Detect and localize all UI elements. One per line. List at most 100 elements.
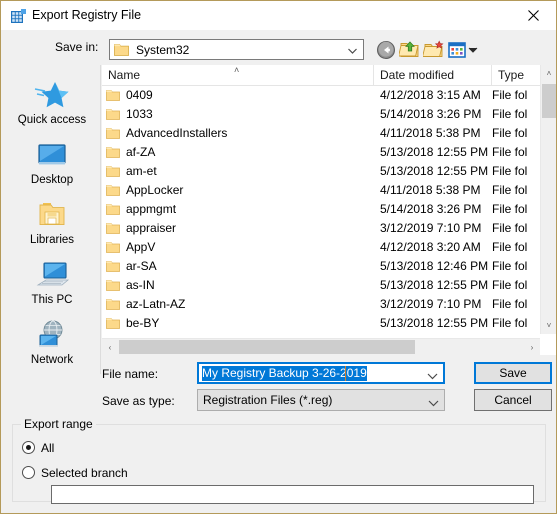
- sidebar-item-label: Network: [30, 354, 74, 366]
- chevron-down-icon[interactable]: [346, 44, 359, 57]
- folder-icon: [106, 317, 120, 330]
- folder-up-arrow-icon: [398, 41, 419, 57]
- date-modified-cell: 5/13/2018 12:55 PM: [380, 278, 489, 292]
- folder-icon: [106, 222, 120, 235]
- chevron-down-icon[interactable]: [426, 368, 439, 380]
- type-cell: File fol: [492, 297, 528, 311]
- save-in-value: System32: [136, 43, 190, 57]
- sort-ascending-icon: ˄: [234, 65, 240, 75]
- type-cell: File fol: [492, 164, 528, 178]
- table-row[interactable]: 1033 5/14/2018 3:26 PM File fol: [102, 105, 540, 124]
- network-globe-icon: [34, 319, 70, 351]
- date-modified-cell: 4/11/2018 5:38 PM: [380, 126, 481, 140]
- sidebar-item-quick-access[interactable]: Quick access: [6, 75, 98, 133]
- file-name-cell: be-BY: [126, 316, 160, 330]
- table-row[interactable]: appmgmt 5/14/2018 3:26 PM File fol: [102, 200, 540, 219]
- file-list-rows: 0409 4/12/2018 3:15 AM File fol 1033 5/14/20…: [102, 86, 540, 334]
- type-cell: File fol: [492, 183, 528, 197]
- sidebar-item-label: Quick access: [17, 114, 87, 126]
- file-name-cell: az-Latn-AZ: [126, 297, 186, 311]
- type-cell: File fol: [492, 259, 528, 273]
- title-bar: Export Registry File: [1, 1, 556, 31]
- back-arrow-icon: [377, 41, 395, 59]
- type-cell: File fol: [492, 126, 528, 140]
- folder-icon: [106, 165, 120, 178]
- type-cell: File fol: [492, 107, 528, 121]
- type-cell: File fol: [492, 240, 528, 254]
- save-in-label: Save in:: [55, 40, 99, 54]
- horizontal-scrollbar[interactable]: ‹ ›: [102, 338, 540, 355]
- radio-circle-icon: [22, 441, 35, 454]
- scroll-up-button[interactable]: ˄: [541, 65, 556, 82]
- places-bar: Quick access Desktop Libraries This PC N…: [2, 65, 101, 374]
- up-one-level-button[interactable]: [398, 39, 421, 61]
- close-icon: [527, 10, 539, 21]
- horizontal-scrollbar-thumb[interactable]: [119, 340, 415, 354]
- save-as-type-label: Save as type:: [102, 394, 175, 408]
- sidebar-item-desktop[interactable]: Desktop: [6, 135, 98, 193]
- file-name-cell: AdvancedInstallers: [126, 126, 228, 140]
- file-name-cell: am-et: [126, 164, 157, 178]
- save-in-combobox[interactable]: System32: [109, 39, 364, 60]
- vertical-scrollbar[interactable]: ˄ ˅: [540, 65, 556, 334]
- table-row[interactable]: 0409 4/12/2018 3:15 AM File fol: [102, 86, 540, 105]
- new-folder-button[interactable]: [422, 39, 445, 61]
- chevron-down-icon[interactable]: [427, 395, 440, 407]
- table-row[interactable]: AppLocker 4/11/2018 5:38 PM File fol: [102, 181, 540, 200]
- file-list: Name ˄ Date modified Type 0409 4/12/2018 …: [102, 65, 556, 355]
- date-modified-cell: 5/13/2018 12:55 PM: [380, 164, 489, 178]
- date-modified-cell: 5/14/2018 3:26 PM: [380, 202, 482, 216]
- views-grid-icon: [448, 42, 478, 58]
- save-button[interactable]: Save: [474, 362, 552, 384]
- type-cell: File fol: [492, 221, 528, 235]
- star-icon: [34, 79, 70, 111]
- folder-icon: [106, 89, 120, 102]
- table-row[interactable]: ar-SA 5/13/2018 12:46 PM File fol: [102, 257, 540, 276]
- radio-circle-icon: [22, 466, 35, 479]
- table-row[interactable]: AdvancedInstallers 4/11/2018 5:38 PM File …: [102, 124, 540, 143]
- folder-icon: [114, 43, 129, 57]
- radio-label: All: [41, 441, 55, 455]
- file-name-cell: appmgmt: [126, 202, 177, 216]
- sidebar-item-network[interactable]: Network: [6, 315, 98, 373]
- file-name-input[interactable]: My Registry Backup 3-26-2019: [197, 362, 445, 384]
- date-modified-cell: 4/12/2018 3:15 AM: [380, 88, 481, 102]
- table-row[interactable]: az-Latn-AZ 3/12/2019 7:10 PM File fol: [102, 295, 540, 314]
- views-button[interactable]: [447, 39, 479, 61]
- type-cell: File fol: [492, 145, 528, 159]
- table-row[interactable]: be-BY 5/13/2018 12:55 PM File fol: [102, 314, 540, 333]
- type-cell: File fol: [492, 88, 528, 102]
- sidebar-item-label: Desktop: [30, 174, 74, 186]
- table-row[interactable]: as-IN 5/13/2018 12:55 PM File fol: [102, 276, 540, 295]
- file-name-value: My Registry Backup 3-26-2019: [202, 366, 367, 381]
- table-row[interactable]: am-et 5/13/2018 12:55 PM File fol: [102, 162, 540, 181]
- table-row[interactable]: af-ZA 5/13/2018 12:55 PM File fol: [102, 143, 540, 162]
- sidebar-item-this-pc[interactable]: This PC: [6, 255, 98, 313]
- column-header-type[interactable]: Type: [492, 65, 540, 86]
- column-header-date-modified[interactable]: Date modified: [374, 65, 492, 86]
- cancel-button[interactable]: Cancel: [474, 389, 552, 411]
- scroll-down-button[interactable]: ˅: [541, 317, 556, 334]
- table-row[interactable]: appraiser 3/12/2019 7:10 PM File fol: [102, 219, 540, 238]
- back-button[interactable]: [375, 39, 397, 61]
- type-cell: File fol: [492, 316, 528, 330]
- folder-icon: [106, 241, 120, 254]
- save-as-type-combobox[interactable]: Registration Files (*.reg): [197, 389, 445, 411]
- vertical-scrollbar-thumb[interactable]: [542, 84, 556, 118]
- radio-dot-icon: [26, 445, 31, 450]
- table-row[interactable]: AppV 4/12/2018 3:20 AM File fol: [102, 238, 540, 257]
- file-list-header: Name ˄ Date modified Type: [102, 65, 556, 86]
- sidebar-item-libraries[interactable]: Libraries: [6, 195, 98, 253]
- file-name-cell: ar-SA: [126, 259, 157, 273]
- scroll-right-button[interactable]: ›: [524, 339, 540, 355]
- close-button[interactable]: [510, 1, 556, 30]
- type-cell: File fol: [492, 278, 528, 292]
- scroll-left-button[interactable]: ‹: [102, 339, 118, 355]
- sidebar-item-label: This PC: [31, 294, 73, 306]
- file-name-cell: 1033: [126, 107, 153, 121]
- date-modified-cell: 3/12/2019 7:10 PM: [380, 221, 482, 235]
- computer-icon: [34, 259, 70, 291]
- selected-branch-input[interactable]: [51, 485, 534, 504]
- folder-icon: [106, 298, 120, 311]
- type-cell: File fol: [492, 202, 528, 216]
